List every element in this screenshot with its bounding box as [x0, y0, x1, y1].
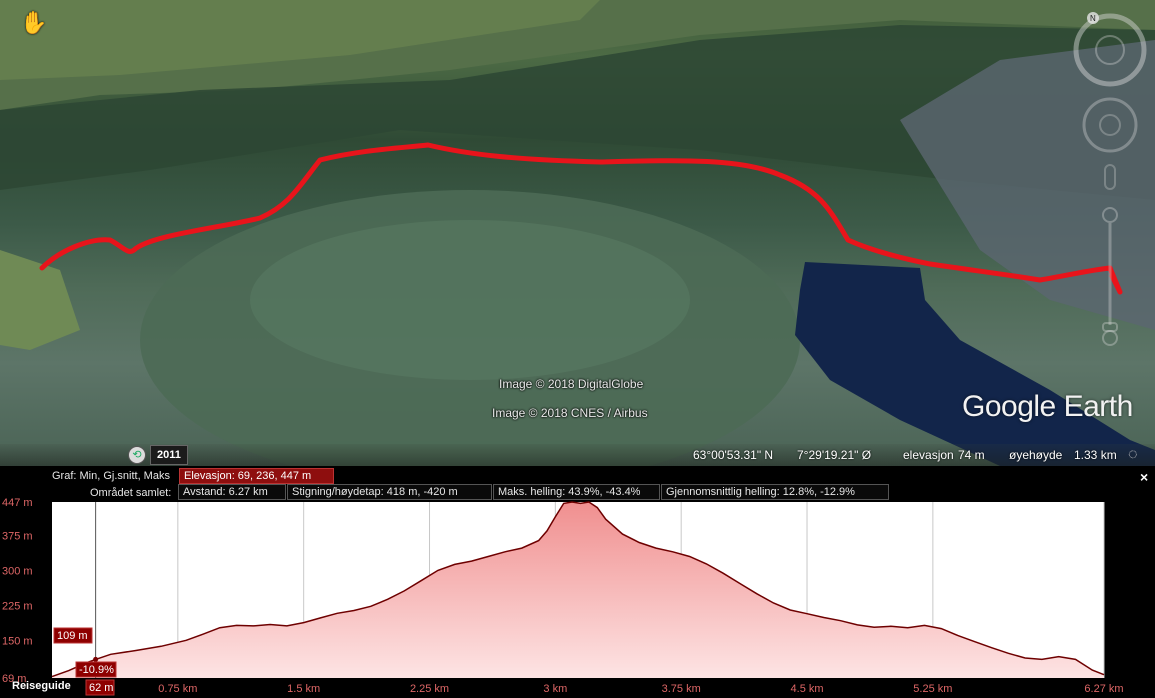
hilltop: [250, 220, 690, 380]
elevation-value: 74 m: [958, 448, 985, 462]
elevation-chart[interactable]: 447 m375 m300 m225 m150 m69 m 0.75 km 1.5…: [0, 466, 1155, 698]
historical-imagery-clock-icon[interactable]: ⟲: [128, 446, 146, 464]
elevation-label: elevasjon: [903, 448, 954, 462]
eye-altitude-label: øyehøyde: [1009, 448, 1063, 462]
loading-spinner-icon: ◌: [1128, 446, 1138, 463]
profile-cursor-point: [93, 656, 99, 662]
compass-letter: N: [1090, 14, 1096, 23]
y-tick-label: 375 m: [2, 531, 33, 543]
map-3d-view[interactable]: ✋ N Image © 2018 DigitalGlobe Image © 20…: [0, 0, 1155, 466]
imagery-year-badge[interactable]: 2011: [150, 445, 188, 465]
zoom-in-icon[interactable]: [1102, 207, 1118, 223]
x-tick-label: 3.75 km: [662, 683, 701, 695]
move-joystick[interactable]: [1099, 114, 1121, 136]
travel-guide-button[interactable]: Reiseguide: [12, 680, 71, 692]
x-tick-label: 2.25 km: [410, 683, 449, 695]
cursor-grade-label: -10.9%: [79, 664, 114, 676]
navigation-controls[interactable]: N: [1070, 5, 1150, 355]
x-tick-label: 6.27 km: [1084, 683, 1123, 695]
attribution-cnes-airbus: Image © 2018 CNES / Airbus: [492, 406, 648, 420]
y-tick-label: 150 m: [2, 635, 33, 647]
y-tick-label: 300 m: [2, 565, 33, 577]
move-ring[interactable]: [1082, 97, 1138, 153]
eye-altitude-value: 1.33 km: [1074, 448, 1117, 462]
cursor-distance-label: 62 m: [89, 682, 113, 694]
x-tick-label: 4.5 km: [791, 683, 824, 695]
look-ring[interactable]: [1073, 13, 1147, 87]
google-earth-logo: Google Earth: [962, 390, 1133, 423]
y-tick-label: 225 m: [2, 600, 33, 612]
cursor-elevation-label: 109 m: [57, 630, 88, 642]
zoom-out-icon[interactable]: [1102, 330, 1118, 346]
hand-cursor-icon: ✋: [20, 10, 48, 35]
x-tick-label: 3 km: [543, 683, 567, 695]
attribution-digitalglobe: Image © 2018 DigitalGlobe: [499, 377, 644, 391]
x-tick-label: 5.25 km: [913, 683, 952, 695]
farmland: [0, 250, 80, 350]
x-tick-label: 1.5 km: [287, 683, 320, 695]
y-tick-label: 447 m: [2, 497, 33, 509]
street-view-pegman-icon[interactable]: [1104, 164, 1116, 190]
elevation-profile-panel: Graf: Min, Gj.snitt, Maks Elevasjon: 69,…: [0, 466, 1155, 698]
x-tick-label: 0.75 km: [158, 683, 197, 695]
longitude-readout: 7°29'19.21" Ø: [797, 448, 872, 462]
look-joystick[interactable]: [1095, 35, 1125, 65]
latitude-readout: 63°00'53.31" N: [693, 448, 774, 462]
